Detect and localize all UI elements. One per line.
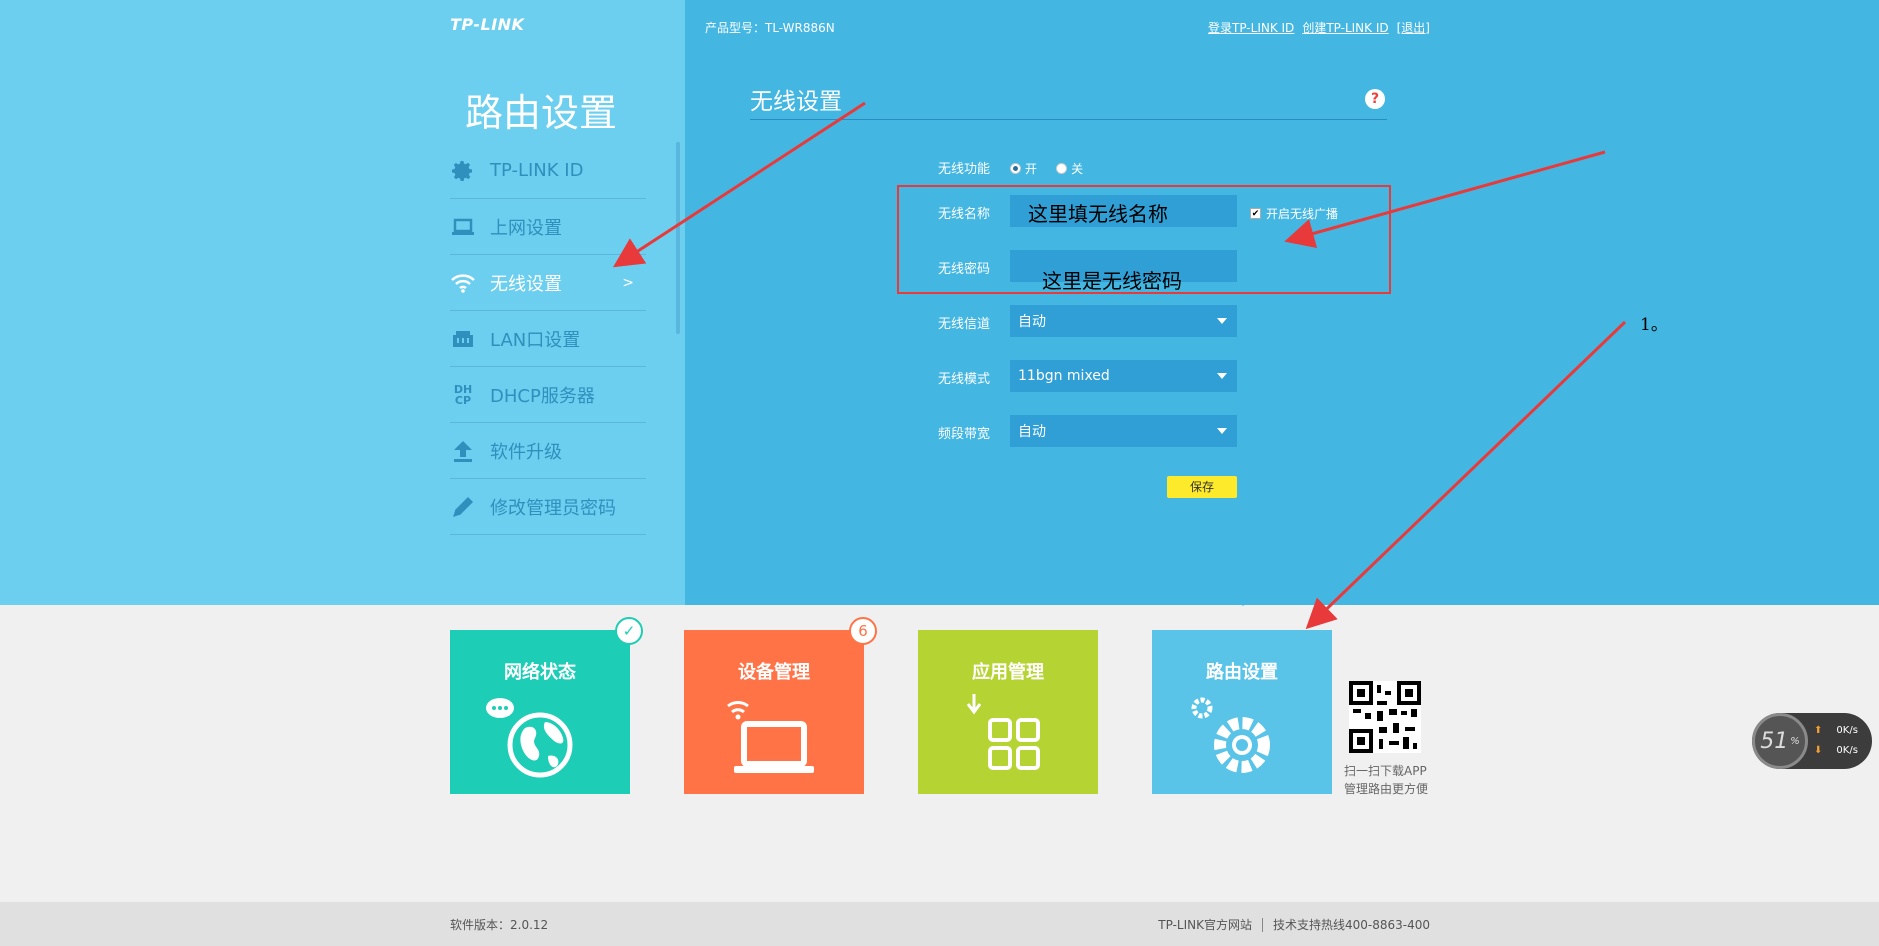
support-hotline: 技术支持热线400-8863-400 [1272,918,1430,932]
speed-percent: 51% [1752,713,1808,769]
annotation-arrows [612,101,1627,630]
software-version: 软件版本：2.0.12 [450,918,549,932]
up-arrow-icon: ⬆ [1814,725,1823,736]
down-arrow-icon: ⬇ [1814,745,1823,756]
upload-rate: ⬆ 0K/s [1814,725,1858,736]
arrow-to-ssid-field [1284,150,1606,248]
official-site-link[interactable]: TP-LINK官方网站 [1158,916,1252,933]
footer-divider [1261,917,1263,932]
speed-widget[interactable]: 51% ⬆ 0K/s ⬇ 0K/s [1752,713,1872,769]
footer: 软件版本：2.0.12 TP-LINK官方网站 技术支持热线400-8863-4… [0,902,1879,946]
arrow-to-wireless-menu [612,101,866,268]
download-rate: ⬇ 0K/s [1814,745,1858,756]
arrow-to-router-tile [1305,320,1627,630]
